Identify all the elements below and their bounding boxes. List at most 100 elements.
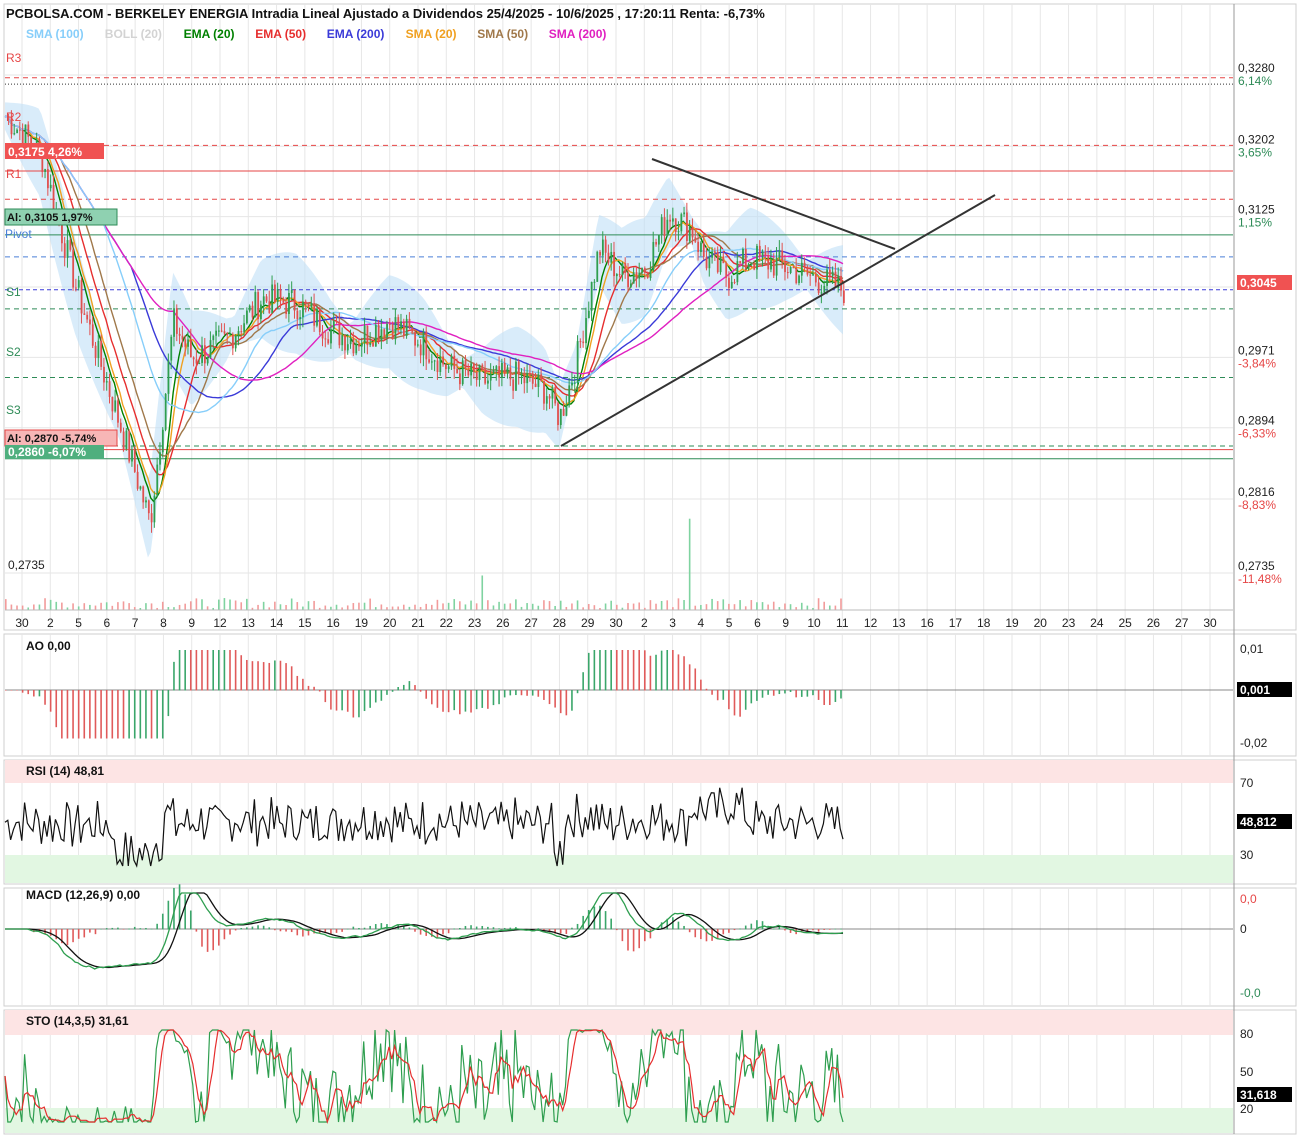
volume-bar [638,602,641,610]
volume-bar [229,599,231,610]
ao-bar [268,662,271,691]
candle-body [122,431,125,449]
candle-body [610,251,613,263]
volume-bar [195,598,198,610]
candle-body [817,282,820,294]
volume-bar [767,604,769,610]
volume-bar [279,604,282,610]
candle-body [705,256,708,269]
volume-bar [515,599,517,610]
date-tick-label: 6 [754,616,761,630]
volume-bar [5,599,7,610]
macd-histogram-bar [559,929,562,934]
macd-histogram-bar [111,927,114,930]
candle-body [105,381,108,383]
macd-histogram-bar [498,928,500,930]
chart-svg: PCBOLSA.COM - BERKELEY ENERGIA Intradia … [3,3,1297,1135]
volume-bar [49,599,52,610]
ao-bar [16,690,18,691]
candle-body [722,256,725,264]
ao-bar [655,654,657,691]
candle-body [459,373,461,385]
volume-bar [111,605,114,610]
macd-histogram-bar [621,929,624,942]
candle-body [792,267,795,269]
candle-body [153,495,156,523]
ao-bar [44,690,46,705]
candle-body [288,293,290,315]
ao-bar [89,690,91,739]
candle-body [559,408,562,426]
price-pct-label: 3,65% [1238,145,1272,159]
candle-body [456,368,459,374]
ao-bar [374,690,377,703]
candle-body [624,263,627,273]
ao-bar [789,690,792,692]
ao-top-tick: 0,01 [1240,642,1264,656]
legend-item: SMA (50) [477,27,528,41]
volume-bar [817,598,820,610]
candle-body [358,343,360,347]
volume-bar [285,605,287,610]
macd-histogram-bar [492,927,495,930]
ao-bar [257,661,259,691]
candle-body [181,335,184,340]
candle-body [453,355,456,369]
candle-body [579,341,582,343]
r1-label: R1 [6,167,22,181]
volume-bar [660,600,663,610]
ao-bar [414,685,416,691]
candle-body [86,314,89,320]
macd-histogram-bar [346,928,349,930]
ao-bar [391,690,394,692]
candle-body [366,325,369,346]
macd-histogram-bar [677,921,680,930]
volume-bar [840,598,842,610]
ao-bar [683,656,685,691]
date-tick-label: 20 [1034,616,1048,630]
ao-bar [330,690,332,710]
ao-bar [234,650,237,691]
candle-body [635,272,638,279]
candle-body [209,340,212,358]
candle-body [531,373,534,384]
candle-body [327,339,330,344]
candle-body [338,321,341,346]
volume-bar [498,601,500,610]
candle-body [736,261,739,283]
volume-bar [402,604,405,610]
macd-histogram-bar [419,929,422,935]
candle-body [397,317,400,329]
candle-body [826,269,828,286]
candle-body [290,290,293,294]
volume-bar [100,602,102,610]
candle-body [492,370,495,374]
ao-bar [548,690,551,705]
ao-bar [5,690,7,691]
ao-bar [621,650,624,691]
ao-bar [520,690,523,696]
ao-bar [672,650,674,691]
ao-bar [94,690,97,739]
macd-histogram-bar [733,929,736,931]
candle-body [383,329,386,338]
candle-body [800,262,803,276]
candle-body [355,343,358,354]
candle-body [117,400,119,423]
candle-body [585,318,587,344]
macd-histogram-bar [218,929,220,946]
candle-body [332,321,335,330]
ao-bar [817,690,820,700]
volume-bar [632,603,635,610]
ao-bar [307,685,310,691]
alert-high-tag: Al: 0,3105 1,97% [7,212,93,224]
volume-bar [223,598,226,610]
candle-body [161,429,164,453]
ao-bar [772,690,775,696]
macd-histogram-bar [302,929,304,937]
candle-body [184,339,187,347]
ao-bar [587,652,590,691]
macd-histogram-bar [133,926,136,930]
macd-histogram-bar [268,927,271,930]
candle-body [750,263,753,265]
